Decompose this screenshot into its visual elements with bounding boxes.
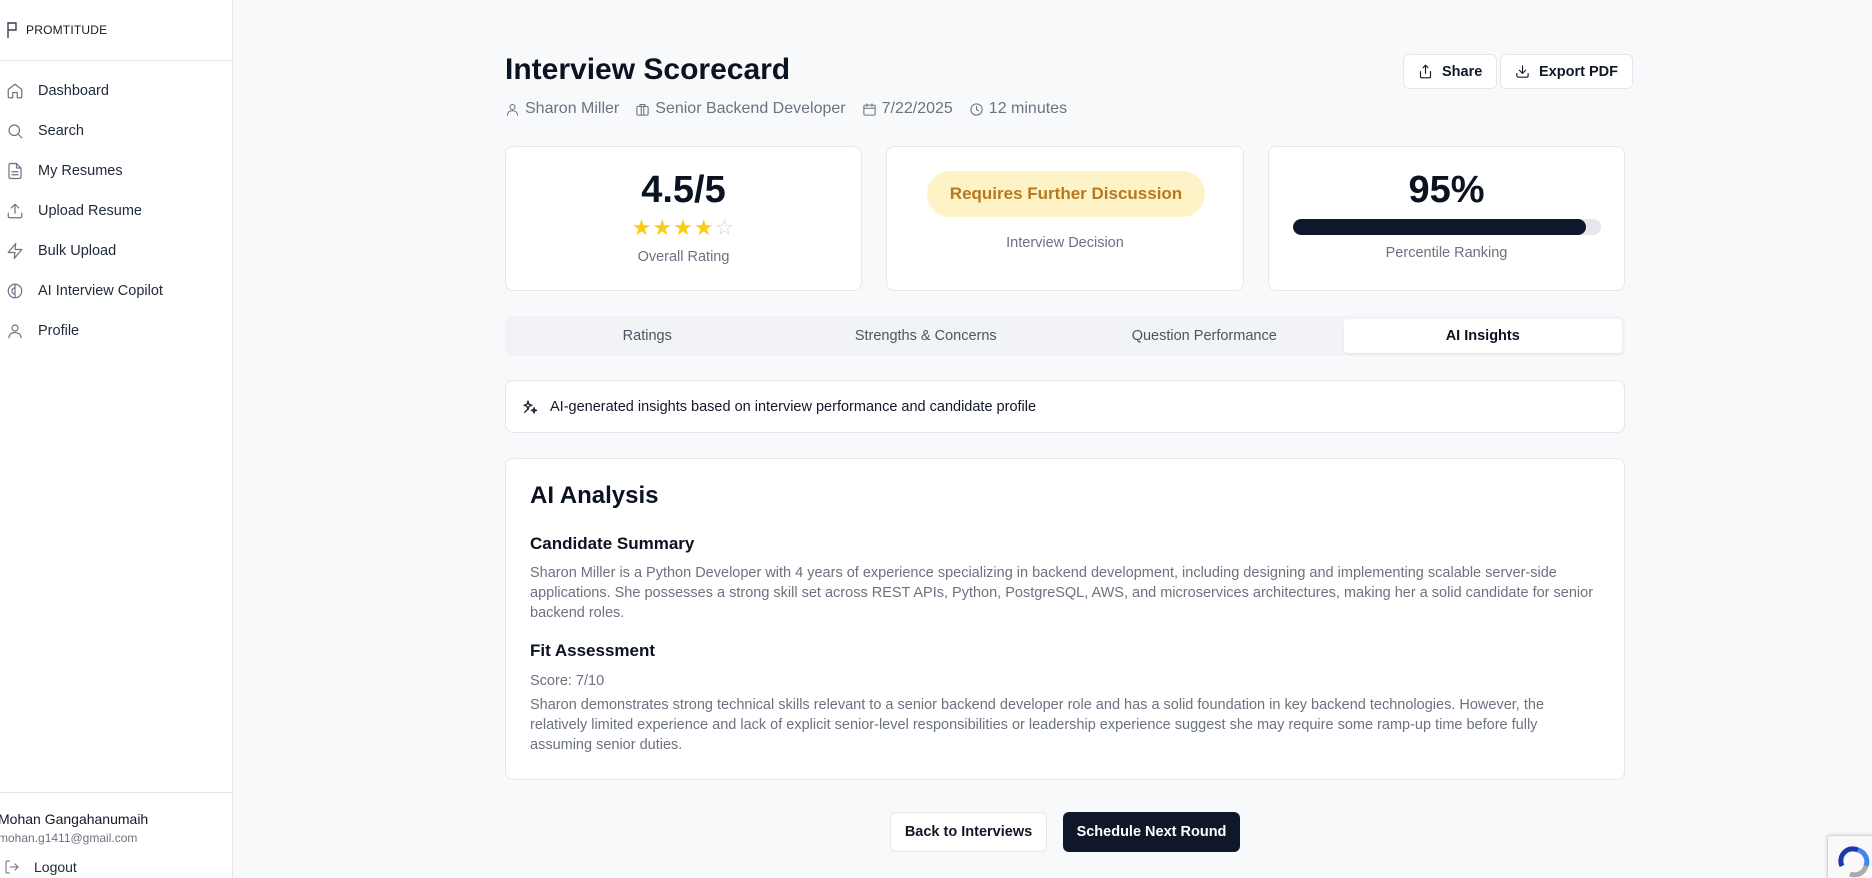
interview-decision-card: Requires Further Discussion Interview De… <box>886 146 1244 291</box>
star-rating: ★★★★☆ <box>506 217 861 239</box>
calendar-icon <box>862 102 876 116</box>
star-icon: ★ <box>652 215 674 240</box>
sidebar: PROMTITUDE Dashboard Search My Resumes U… <box>0 0 233 878</box>
sidebar-item-label: Profile <box>38 323 80 339</box>
ai-analysis-card: AI Analysis Candidate Summary Sharon Mil… <box>505 458 1625 780</box>
tab-question-performance[interactable]: Question Performance <box>1065 319 1344 353</box>
rating-value: 4.5/5 <box>641 169 726 211</box>
share-button[interactable]: Share <box>1403 54 1498 89</box>
recaptcha-badge[interactable] <box>1827 835 1872 878</box>
logout-icon <box>5 860 19 874</box>
percentile-progress <box>1293 219 1601 235</box>
download-icon <box>1516 65 1529 78</box>
logout-button[interactable]: Logout <box>4 859 77 875</box>
user-icon <box>506 103 519 116</box>
fit-assessment-title: Fit Assessment <box>530 641 656 660</box>
sidebar-item-label: Upload Resume <box>38 203 142 219</box>
sidebar-item-label: Search <box>38 123 84 139</box>
export-label: Export PDF <box>1539 63 1618 80</box>
scorecard-tabs: Ratings Strengths & Concerns Question Pe… <box>505 316 1625 356</box>
percentile-card: 95% Percentile Ranking <box>1268 146 1625 291</box>
share-label: Share <box>1442 63 1483 80</box>
back-to-interviews-button[interactable]: Back to Interviews <box>890 812 1047 852</box>
decision-badge: Requires Further Discussion <box>927 171 1205 217</box>
meta-role: Senior Backend Developer <box>635 100 846 118</box>
sidebar-item-label: Dashboard <box>38 83 109 99</box>
sparkles-icon <box>523 399 538 414</box>
search-icon <box>8 124 23 139</box>
user-email: mohan.g1411@gmail.com <box>0 831 138 845</box>
sidebar-item-label: My Resumes <box>38 163 123 179</box>
briefcase-icon <box>636 103 649 116</box>
interview-date: 7/22/2025 <box>881 100 953 117</box>
sidebar-nav: Dashboard Search My Resumes Upload Resum… <box>0 61 232 351</box>
user-icon <box>8 324 22 339</box>
recaptcha-icon <box>1838 846 1870 878</box>
meta-candidate: Sharon Miller <box>505 100 619 118</box>
star-icon: ★ <box>631 215 653 240</box>
percentile-value: 95% <box>1408 169 1485 211</box>
interview-duration: 12 minutes <box>988 100 1068 117</box>
fit-assessment-text: Sharon demonstrates strong technical ski… <box>530 697 1545 753</box>
clock-icon <box>970 102 983 116</box>
rating-caption: Overall Rating <box>637 249 730 265</box>
flag-icon <box>7 22 17 38</box>
brand[interactable]: PROMTITUDE <box>0 0 232 61</box>
sidebar-item-bulk-upload[interactable]: Bulk Upload <box>0 231 232 271</box>
candidate-summary-text: Sharon Miller is a Python Developer with… <box>530 565 1594 621</box>
candidate-summary-title: Candidate Summary <box>530 534 695 553</box>
candidate-role: Senior Backend Developer <box>655 100 846 117</box>
sidebar-item-my-resumes[interactable]: My Resumes <box>0 151 232 191</box>
sidebar-item-dashboard[interactable]: Dashboard <box>0 71 232 111</box>
fit-score: Score: 7/10 <box>530 673 605 689</box>
tab-ai-insights[interactable]: AI Insights <box>1343 319 1622 353</box>
user-name: Mohan Gangahanumaih <box>0 811 149 827</box>
home-icon <box>7 83 23 99</box>
star-icon: ★ <box>693 215 715 240</box>
share-icon <box>1419 64 1432 79</box>
sidebar-item-ai-interview-copilot[interactable]: AI Interview Copilot <box>0 271 232 311</box>
star-icon: ★ <box>673 215 694 240</box>
decision-caption: Interview Decision <box>1006 235 1124 251</box>
tab-strengths-concerns[interactable]: Strengths & Concerns <box>787 319 1066 353</box>
star-outline-icon: ☆ <box>714 215 736 240</box>
sidebar-footer: Mohan Gangahanumaih mohan.g1411@gmail.co… <box>0 792 233 878</box>
file-text-icon <box>8 162 22 180</box>
lightning-icon <box>7 242 23 260</box>
upload-icon <box>7 203 23 219</box>
percentile-progress-fill <box>1293 219 1586 235</box>
interview-meta: Sharon Miller Senior Backend Developer 7… <box>505 100 1067 118</box>
sidebar-item-search[interactable]: Search <box>0 111 232 151</box>
sidebar-item-label: AI Interview Copilot <box>38 283 163 299</box>
sidebar-item-upload-resume[interactable]: Upload Resume <box>0 191 232 231</box>
export-pdf-button[interactable]: Export PDF <box>1500 54 1633 89</box>
meta-duration: 12 minutes <box>969 100 1067 118</box>
brain-icon <box>7 283 23 299</box>
overall-rating-card: 4.5/5 ★★★★☆ Overall Rating <box>505 146 862 291</box>
brand-name: PROMTITUDE <box>26 23 108 37</box>
schedule-next-round-button[interactable]: Schedule Next Round <box>1063 812 1240 852</box>
sidebar-item-label: Bulk Upload <box>38 243 117 259</box>
meta-date: 7/22/2025 <box>862 100 953 118</box>
candidate-name: Sharon Miller <box>525 100 620 117</box>
insights-banner-text: AI-generated insights based on interview… <box>550 398 1037 415</box>
percentile-caption: Percentile Ranking <box>1385 245 1508 261</box>
logout-label: Logout <box>34 859 77 875</box>
page-title: Interview Scorecard <box>505 53 791 86</box>
analysis-title: AI Analysis <box>530 482 659 509</box>
sidebar-item-profile[interactable]: Profile <box>0 311 232 351</box>
insights-banner: AI-generated insights based on interview… <box>505 380 1625 433</box>
tab-ratings[interactable]: Ratings <box>508 319 787 353</box>
